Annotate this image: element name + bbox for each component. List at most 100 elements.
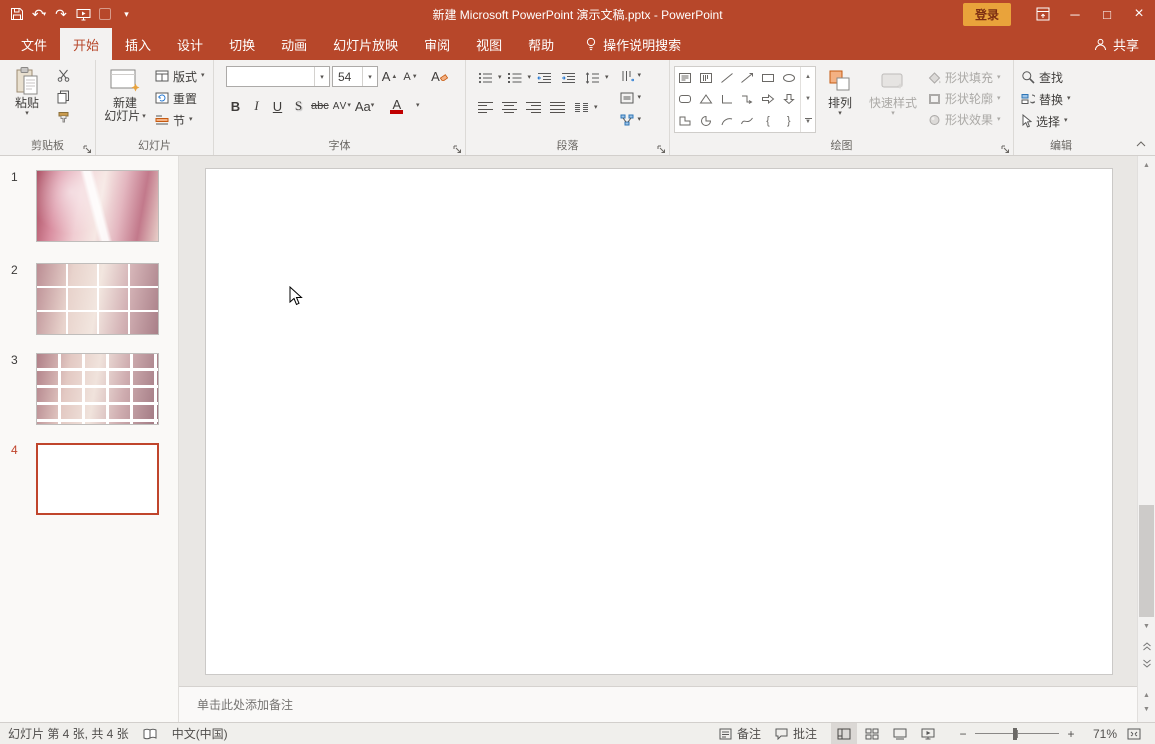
shape-effects-button[interactable]: 形状效果▾: [925, 109, 1004, 130]
convert-smartart-button[interactable]: ▾: [617, 109, 645, 131]
tab-slideshow[interactable]: 幻灯片放映: [320, 28, 411, 60]
justify-button[interactable]: [546, 97, 568, 118]
maximize-button[interactable]: □: [1091, 0, 1123, 28]
change-case-button[interactable]: Aa▾: [354, 96, 375, 116]
shrink-font-button[interactable]: A▼: [401, 67, 420, 87]
character-spacing-button[interactable]: AV▾: [332, 96, 352, 116]
zoom-out-button[interactable]: −: [955, 723, 971, 744]
shape-arrow-right[interactable]: [758, 89, 779, 111]
shape-arc[interactable]: [716, 110, 737, 132]
start-slideshow-button[interactable]: [72, 1, 94, 27]
align-text-button[interactable]: ▾: [617, 87, 645, 109]
columns-dropdown-icon[interactable]: ▾: [594, 104, 598, 112]
columns-button[interactable]: [570, 97, 592, 118]
shape-curve[interactable]: [737, 110, 758, 132]
ribbon-display-options-button[interactable]: [1027, 0, 1059, 28]
slide-canvas[interactable]: [179, 156, 1137, 686]
zoom-slider[interactable]: [975, 724, 1059, 744]
tab-home[interactable]: 开始: [60, 28, 112, 60]
scroll-down-button[interactable]: ▼: [1139, 619, 1154, 634]
align-left-button[interactable]: [474, 97, 496, 118]
underline-button[interactable]: U: [268, 96, 287, 116]
paste-button[interactable]: 粘贴 ▾: [4, 63, 50, 118]
shape-scroll-up-button[interactable]: ▲: [801, 67, 815, 89]
drawing-dialog-launcher[interactable]: [1001, 143, 1010, 152]
slide-4-thumbnail-selected[interactable]: [36, 443, 159, 515]
bullets-button[interactable]: [474, 67, 496, 88]
redo-button[interactable]: ↷: [50, 1, 72, 27]
font-color-dropdown[interactable]: ▾: [408, 96, 427, 116]
fit-to-window-button[interactable]: [1121, 723, 1147, 744]
current-slide[interactable]: [205, 168, 1113, 675]
scroll-up-button[interactable]: ▲: [1139, 158, 1154, 173]
notes-scroll-down-button[interactable]: ▼: [1139, 702, 1154, 717]
tab-design[interactable]: 设计: [164, 28, 216, 60]
share-button[interactable]: 共享: [1094, 28, 1139, 60]
replace-button[interactable]: 替换▾: [1018, 88, 1074, 110]
tab-file[interactable]: 文件: [8, 28, 60, 60]
notes-scroll-up-button[interactable]: ▲: [1139, 688, 1154, 703]
close-button[interactable]: ×: [1123, 0, 1155, 28]
shape-rectangle[interactable]: [758, 67, 779, 89]
slide-3-thumbnail[interactable]: [36, 353, 159, 425]
notes-pane[interactable]: 单击此处添加备注: [179, 686, 1137, 722]
save-button[interactable]: [6, 1, 28, 27]
copy-button[interactable]: [52, 86, 74, 107]
shape-line[interactable]: [716, 67, 737, 89]
undo-button[interactable]: ↶▾: [28, 1, 50, 27]
align-right-button[interactable]: [522, 97, 544, 118]
zoom-slider-thumb[interactable]: [1013, 728, 1017, 740]
reset-button[interactable]: 重置: [152, 87, 208, 109]
tab-view[interactable]: 视图: [463, 28, 515, 60]
quick-styles-button[interactable]: 快速样式 ▾: [864, 63, 922, 118]
slide-counter[interactable]: 幻灯片 第 4 张, 共 4 张: [8, 725, 129, 742]
shape-text-box[interactable]: [675, 67, 696, 89]
sign-in-button[interactable]: 登录: [963, 3, 1011, 26]
tab-help[interactable]: 帮助: [515, 28, 567, 60]
font-name-dropdown-icon[interactable]: ▾: [314, 67, 329, 86]
clipboard-dialog-launcher[interactable]: [83, 143, 92, 152]
shape-l-shape[interactable]: [675, 110, 696, 132]
numbering-dropdown-icon[interactable]: ▾: [528, 74, 532, 82]
shape-outline-button[interactable]: 形状轮廓▾: [925, 88, 1004, 109]
shape-rounded-rectangle[interactable]: [675, 89, 696, 111]
language-indicator[interactable]: 中文(中国): [172, 725, 228, 742]
font-dialog-launcher[interactable]: [453, 143, 462, 152]
zoom-percentage[interactable]: 71%: [1083, 727, 1117, 741]
font-size-combo[interactable]: 54 ▾: [332, 66, 378, 87]
font-color-button[interactable]: A: [387, 96, 406, 116]
font-name-combo[interactable]: ▾: [226, 66, 330, 87]
tab-transitions[interactable]: 切换: [216, 28, 268, 60]
paragraph-dialog-launcher[interactable]: [657, 143, 666, 152]
notes-toggle-button[interactable]: 备注: [719, 725, 761, 742]
shape-right-angle-connector[interactable]: [716, 89, 737, 111]
shape-fill-button[interactable]: 形状填充▾: [925, 67, 1004, 88]
increase-indent-button[interactable]: [557, 67, 579, 88]
shape-gallery-more-button[interactable]: ▼: [801, 110, 815, 132]
tell-me-search[interactable]: 操作说明搜索: [585, 28, 681, 60]
zoom-in-button[interactable]: +: [1063, 723, 1079, 744]
normal-view-button[interactable]: [831, 723, 857, 744]
clear-formatting-button[interactable]: A: [430, 67, 449, 87]
shape-arrow-down[interactable]: [778, 89, 799, 111]
shape-left-brace[interactable]: {: [758, 110, 779, 132]
text-direction-button[interactable]: ▾: [617, 65, 645, 87]
comments-toggle-button[interactable]: 批注: [775, 725, 817, 742]
section-button[interactable]: 节▾: [152, 109, 208, 131]
new-slide-button[interactable]: 新建 幻灯片▾: [100, 63, 150, 123]
shape-right-brace[interactable]: }: [778, 110, 799, 132]
text-shadow-button[interactable]: S: [289, 96, 308, 116]
spell-check-button[interactable]: [143, 728, 158, 740]
bullets-dropdown-icon[interactable]: ▾: [498, 74, 502, 82]
line-spacing-dropdown-icon[interactable]: ▾: [605, 74, 609, 82]
shape-triangle[interactable]: [696, 89, 717, 111]
bold-button[interactable]: B: [226, 96, 245, 116]
customize-qat-button[interactable]: ▾: [116, 1, 138, 27]
tab-review[interactable]: 审阅: [411, 28, 463, 60]
line-spacing-button[interactable]: [581, 67, 603, 88]
font-size-dropdown-icon[interactable]: ▾: [362, 67, 377, 86]
shape-oval[interactable]: [778, 67, 799, 89]
slideshow-view-button[interactable]: [915, 723, 941, 744]
numbering-button[interactable]: [504, 67, 526, 88]
find-button[interactable]: 查找: [1018, 66, 1074, 88]
